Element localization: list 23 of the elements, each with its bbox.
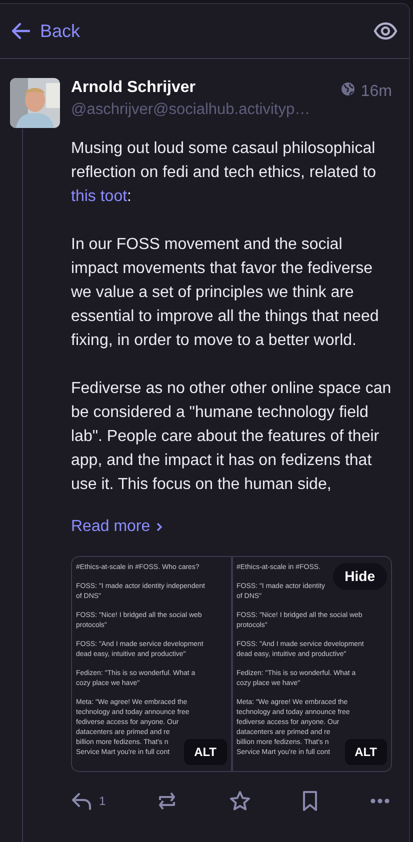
- post-time: 16m: [360, 82, 392, 102]
- toot-link[interactable]: this toot: [71, 188, 128, 205]
- alt-button[interactable]: ALT: [184, 739, 226, 765]
- bookmark-icon[interactable]: [301, 790, 320, 812]
- more-icon[interactable]: [370, 798, 390, 804]
- star-icon[interactable]: [228, 790, 251, 812]
- alt-button[interactable]: ALT: [344, 739, 387, 765]
- author-name[interactable]: Arnold Schrijver: [71, 77, 310, 99]
- reply-button[interactable]: 1: [71, 792, 106, 810]
- chevron-right-icon: [156, 522, 164, 532]
- attachment-image[interactable]: [232, 557, 391, 771]
- post-paragraph: Fediverse as no other other online space can be considered a "humane technology field lab". People care about the features of their app, and the impact it has on fedizens that use it. This focus on the human side,: [71, 379, 392, 495]
- reply-icon: [71, 792, 93, 810]
- attachment-image[interactable]: [72, 557, 230, 771]
- hide-button[interactable]: Hide: [332, 563, 387, 590]
- globe-icon: [340, 82, 355, 96]
- post-paragraph: In our FOSS movement and the social impact movements that favor the fediverse we value a set of principles we think are essential to improve all the things that need fixing, in order to move to a better world.: [71, 235, 380, 351]
- back-arrow-icon: [11, 22, 31, 40]
- back-button[interactable]: Back: [11, 18, 80, 44]
- post-paragraph: Musing out loud some casaul philosophical reflection on fedi and tech ethics, related to this toot:: [71, 139, 378, 207]
- author-handle: @aschrijver@socialhub.activityp…: [71, 100, 310, 120]
- read-more-link[interactable]: Read more: [71, 515, 164, 539]
- eye-icon[interactable]: [373, 22, 398, 40]
